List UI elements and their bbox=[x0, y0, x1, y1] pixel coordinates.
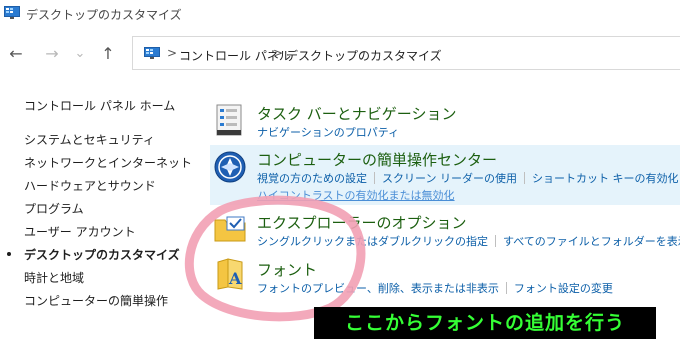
sidebar-home-link[interactable]: コントロール パネル ホーム bbox=[24, 97, 175, 114]
link-vision-settings[interactable]: 視覚の方のための設定 bbox=[257, 172, 367, 185]
sidebar-item-ease-of-access[interactable]: コンピューターの簡単操作 bbox=[24, 292, 168, 309]
category-links-taskbar: ナビゲーションのプロパティ bbox=[257, 124, 399, 140]
forward-arrow-icon[interactable]: → bbox=[42, 44, 62, 64]
category-title-taskbar[interactable]: タスク バーとナビゲーション bbox=[257, 103, 456, 124]
link-screen-reader[interactable]: スクリーン リーダーの使用 bbox=[382, 172, 517, 185]
sidebar-item-appearance[interactable]: デスクトップのカスタマイズ bbox=[24, 246, 180, 263]
breadcrumb-separator-icon: > bbox=[167, 46, 178, 60]
current-item-bullet-icon bbox=[7, 252, 11, 256]
control-panel-icon bbox=[144, 47, 160, 59]
link-navigation-properties[interactable]: ナビゲーションのプロパティ bbox=[257, 126, 399, 139]
sidebar-item-network[interactable]: ネットワークとインターネット bbox=[24, 154, 192, 171]
sidebar-item-system-security[interactable]: システムとセキュリティ bbox=[24, 131, 155, 148]
sidebar-item-clock-region[interactable]: 時計と地域 bbox=[24, 269, 84, 286]
link-shortcut-keys[interactable]: ショートカット キーの有効化 bbox=[532, 172, 679, 185]
annotation-caption: ここからフォントの追加を行う bbox=[314, 307, 656, 339]
annotation-circle-icon bbox=[184, 195, 366, 322]
sidebar-item-user-accounts[interactable]: ユーザー アカウント bbox=[24, 223, 136, 240]
link-divider bbox=[523, 172, 525, 184]
title-bar: デスクトップのカスタマイズ bbox=[0, 0, 680, 28]
address-bar[interactable]: > コントロール パネル > デスクトップのカスタマイズ bbox=[132, 36, 680, 70]
link-divider bbox=[495, 235, 496, 247]
up-arrow-icon[interactable]: ↑ bbox=[98, 44, 118, 64]
category-title-ease-of-access[interactable]: コンピューターの簡単操作センター bbox=[257, 149, 497, 170]
ease-of-access-icon bbox=[214, 151, 246, 183]
breadcrumb-current[interactable]: デスクトップのカスタマイズ bbox=[286, 47, 442, 64]
link-divider bbox=[374, 172, 375, 184]
breadcrumb-separator-icon: > bbox=[273, 46, 284, 60]
sidebar-item-programs[interactable]: プログラム bbox=[24, 200, 84, 217]
sidebar-item-hardware-sound[interactable]: ハードウェアとサウンド bbox=[24, 177, 156, 194]
recent-locations-icon[interactable]: ⌄ bbox=[70, 44, 90, 64]
back-arrow-icon[interactable]: ← bbox=[6, 44, 26, 64]
taskbar-icon bbox=[216, 104, 242, 136]
category-links-ease-of-access: 視覚の方のための設定 スクリーン リーダーの使用 ショートカット キーの有効化 bbox=[257, 170, 678, 186]
control-panel-icon bbox=[4, 6, 20, 19]
link-font-settings[interactable]: フォント設定の変更 bbox=[514, 282, 613, 295]
link-show-all-files[interactable]: すべてのファイルとフォルダーを表示 bbox=[503, 235, 680, 248]
link-divider bbox=[505, 282, 507, 294]
window-title: デスクトップのカスタマイズ bbox=[26, 8, 182, 22]
